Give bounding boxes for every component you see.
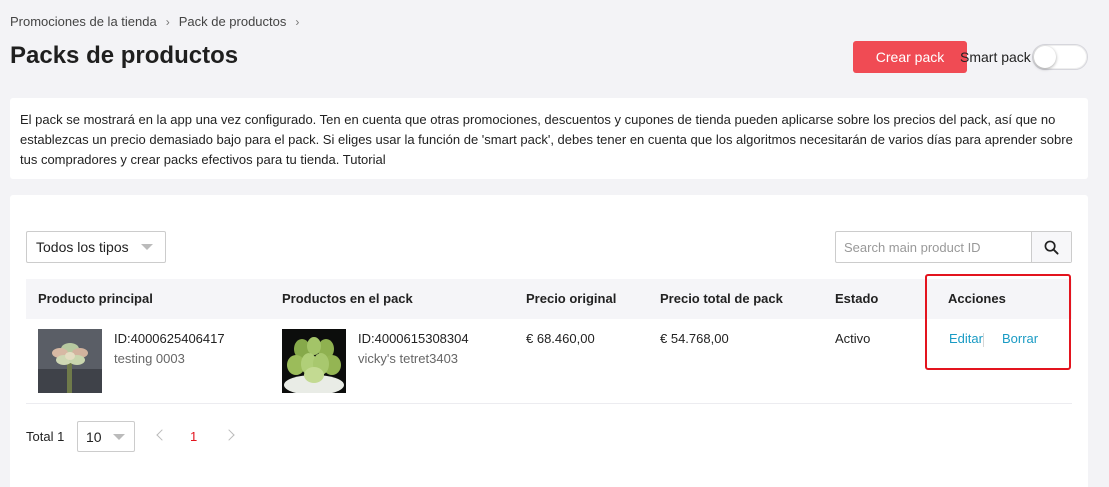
caret-down-icon	[141, 244, 153, 250]
delete-link[interactable]: Borrar	[1002, 331, 1038, 346]
breadcrumb-item-product-pack[interactable]: Pack de productos	[179, 14, 287, 29]
pack-product-id: ID:4000615308304	[358, 331, 469, 346]
search-input[interactable]	[836, 232, 1031, 262]
search-icon	[1044, 240, 1059, 255]
smart-pack-label: Smart pack	[960, 49, 1031, 65]
column-original-price: Precio original	[526, 291, 617, 306]
page-size-select[interactable]: 10	[77, 421, 135, 452]
search-box	[835, 231, 1072, 263]
edit-link[interactable]: Editar	[949, 331, 983, 346]
total-count: Total 1	[26, 429, 65, 444]
column-status: Estado	[835, 291, 879, 306]
table-header: Producto principal Productos en el pack …	[26, 279, 1072, 319]
chevron-right-icon[interactable]	[223, 429, 235, 441]
column-main-product: Producto principal	[38, 291, 153, 306]
info-notice: El pack se mostrará en la app una vez co…	[10, 98, 1088, 179]
pack-product-name: vicky's tetret3403	[358, 351, 459, 366]
action-divider	[983, 333, 984, 347]
breadcrumb-item-store-promotions[interactable]: Promociones de la tienda	[10, 14, 157, 29]
type-filter-value: Todos los tipos	[36, 239, 129, 255]
toggle-knob	[1034, 46, 1056, 68]
main-product-name: testing 0003	[114, 351, 185, 366]
search-button[interactable]	[1031, 232, 1071, 262]
caret-down-icon	[113, 434, 125, 440]
main-product-image	[38, 329, 102, 393]
main-product-id: ID:4000625406417	[114, 331, 225, 346]
status-text: Activo	[835, 331, 871, 346]
chevron-right-icon: ›	[295, 14, 300, 29]
column-pack-products: Productos en el pack	[282, 291, 413, 306]
create-pack-button[interactable]: Crear pack	[853, 41, 967, 73]
type-filter-select[interactable]: Todos los tipos	[26, 231, 166, 263]
original-price: € 68.460,00	[526, 331, 595, 346]
breadcrumb: Promociones de la tienda › Pack de produ…	[10, 14, 308, 29]
page-title: Packs de productos	[10, 42, 239, 69]
chevron-left-icon[interactable]	[156, 429, 168, 441]
info-text: El pack se mostrará en la app una vez co…	[20, 112, 1073, 167]
page-number-current[interactable]: 1	[190, 429, 197, 444]
page-size-value: 10	[86, 428, 102, 445]
column-actions: Acciones	[948, 291, 1006, 306]
pack-price: € 54.768,00	[660, 331, 729, 346]
smart-pack-toggle[interactable]	[1032, 44, 1088, 70]
column-pack-price: Precio total de pack	[660, 291, 783, 306]
chevron-right-icon: ›	[165, 14, 170, 29]
pack-product-image	[282, 329, 346, 393]
table-row: ID:4000625406417 testing 0003 ID:4000615…	[26, 319, 1072, 404]
packs-card: Todos los tipos Producto principal Produ…	[10, 195, 1088, 487]
